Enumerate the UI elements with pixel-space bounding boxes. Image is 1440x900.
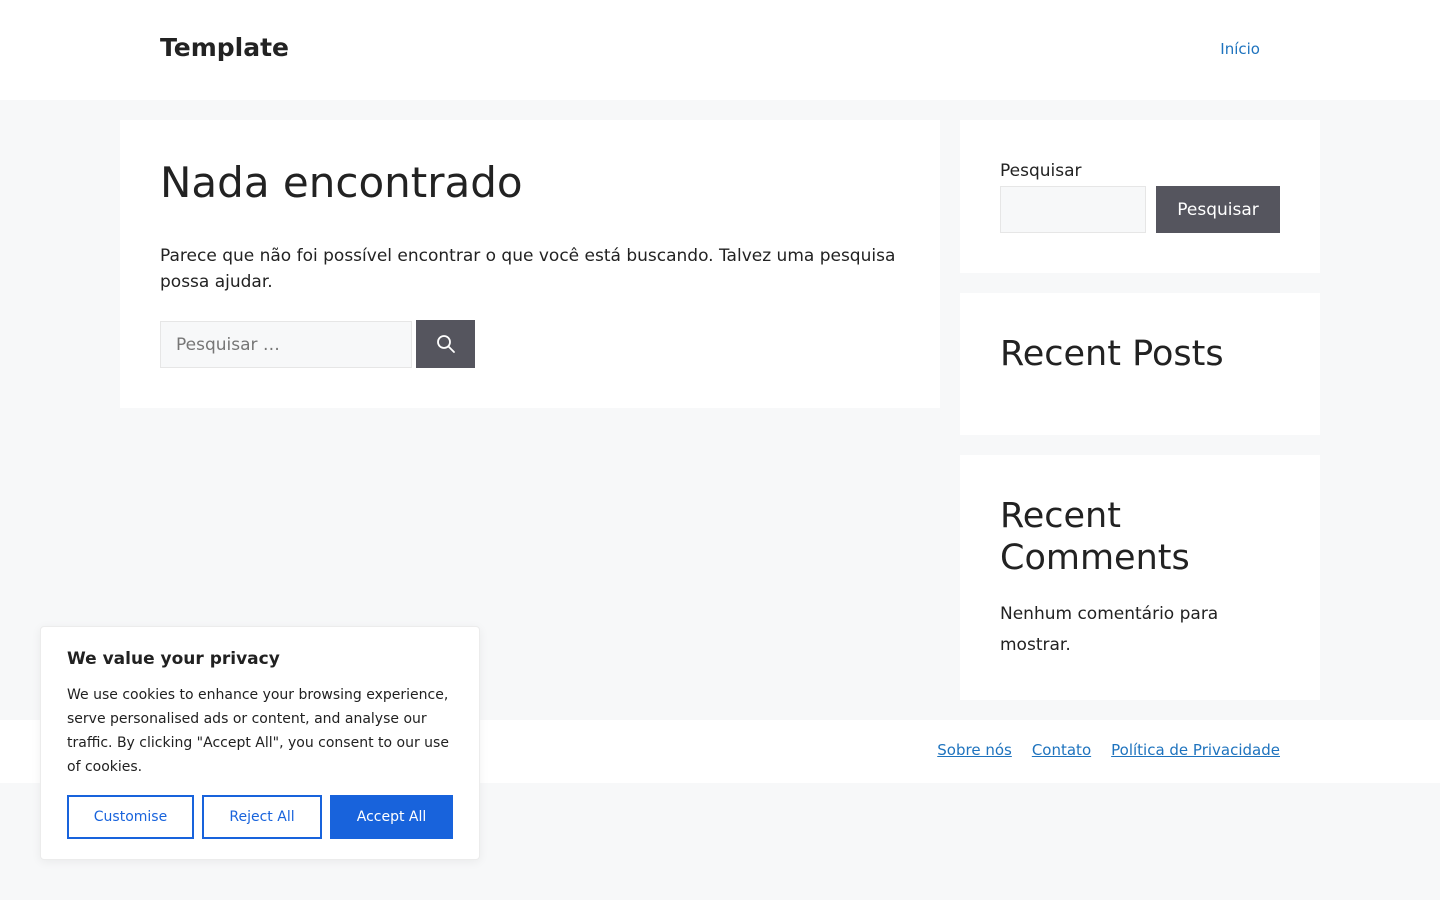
nav-link-inicio[interactable]: Início <box>1220 40 1260 58</box>
page-text: Parece que não foi possível encontrar o … <box>160 246 896 292</box>
cookie-title: We value your privacy <box>67 649 280 669</box>
footer-link-contato[interactable]: Contato <box>1032 741 1091 759</box>
recent-comments-text: Nenhum comentário para mostrar. <box>1000 604 1219 655</box>
search-widget-label: Pesquisar <box>1000 161 1082 181</box>
site-title[interactable]: Template <box>160 33 289 62</box>
recent-comments-widget: Recent Comments Nenhum comentário para m… <box>960 455 1320 700</box>
recent-posts-title: Recent Posts <box>1000 334 1224 374</box>
search-input[interactable] <box>160 321 412 368</box>
recent-comments-title: Recent Comments <box>1000 496 1190 578</box>
reject-all-button[interactable]: Reject All <box>202 795 322 839</box>
cookie-text: We use cookies to enhance your browsing … <box>67 687 449 775</box>
search-widget: Pesquisar Pesquisar <box>960 120 1320 273</box>
search-button[interactable] <box>416 320 475 368</box>
search-icon <box>436 335 455 353</box>
footer-link-sobre[interactable]: Sobre nós <box>937 741 1012 759</box>
main-content: Nada encontrado Parece que não foi possí… <box>120 120 940 408</box>
accept-all-button[interactable]: Accept All <box>330 795 453 839</box>
recent-posts-widget: Recent Posts <box>960 293 1320 435</box>
footer-nav: Sobre nós Contato Política de Privacidad… <box>937 741 1280 759</box>
site-header: Template Início <box>0 0 1440 100</box>
page-title: Nada encontrado <box>160 158 523 207</box>
customise-button[interactable]: Customise <box>67 795 194 839</box>
cookie-banner: We value your privacy We use cookies to … <box>40 626 480 860</box>
search-widget-button[interactable]: Pesquisar <box>1156 186 1280 233</box>
footer-link-privacidade[interactable]: Política de Privacidade <box>1111 741 1280 759</box>
search-widget-input[interactable] <box>1000 186 1146 233</box>
